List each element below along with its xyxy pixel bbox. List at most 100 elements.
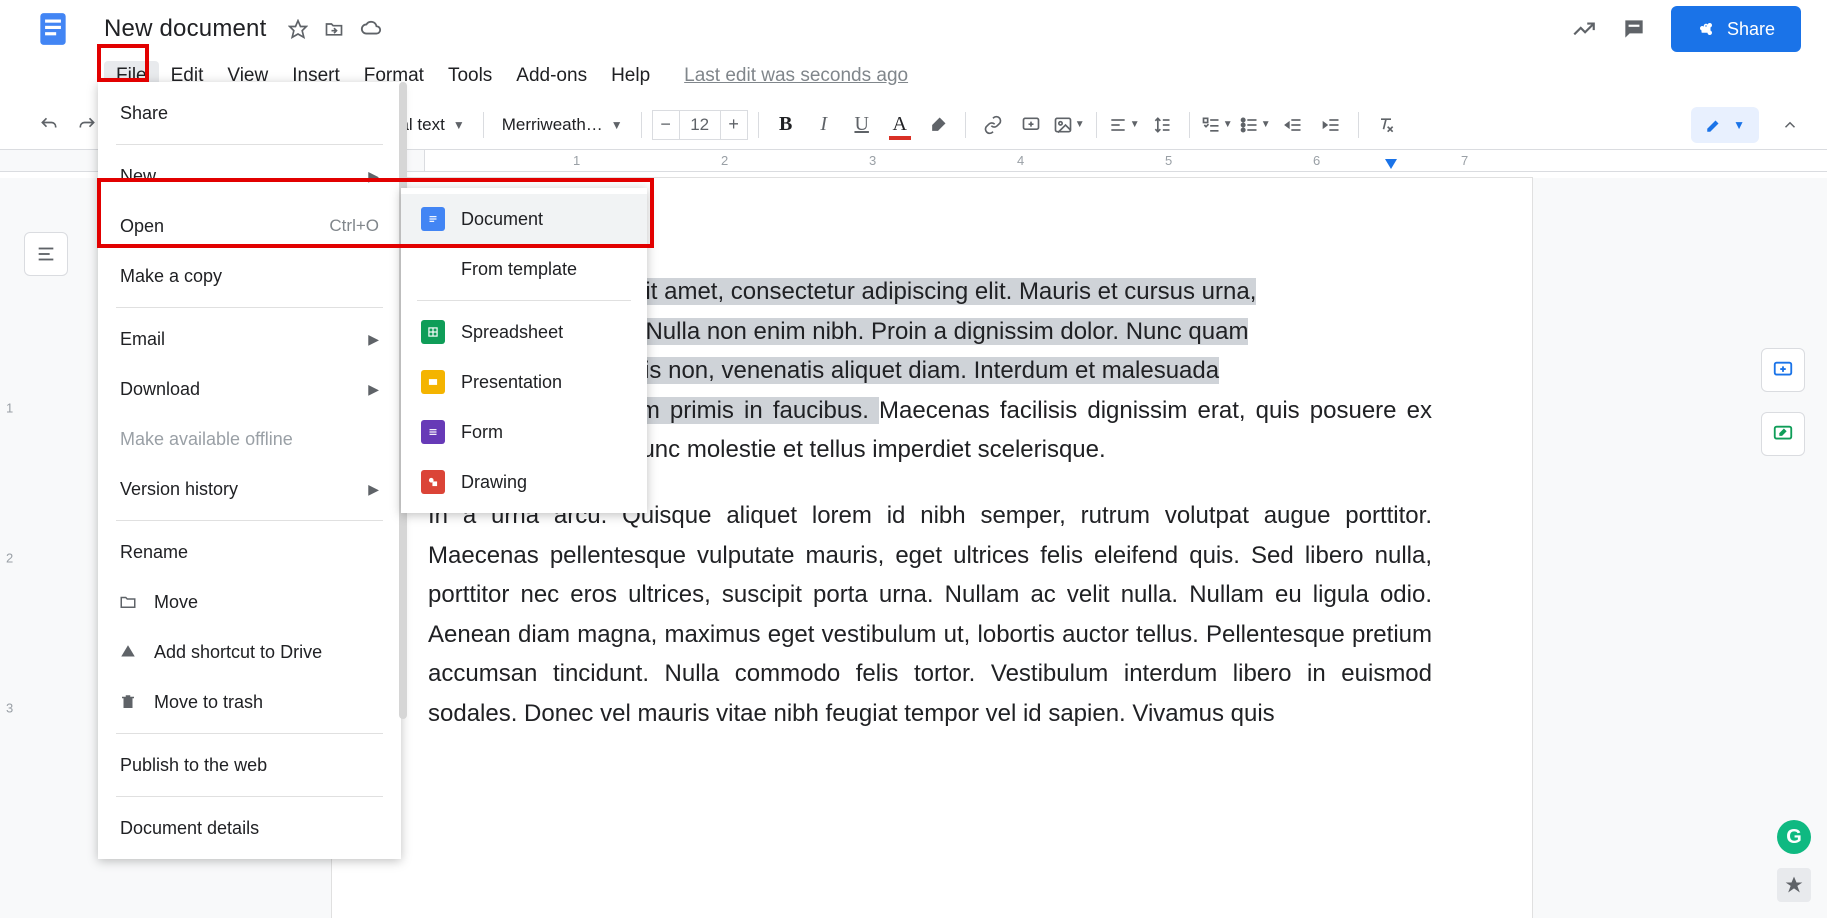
- ruler-tick: 4: [1017, 153, 1024, 168]
- menu-item-share[interactable]: Share: [98, 88, 401, 138]
- menu-item-open[interactable]: OpenCtrl+O: [98, 201, 401, 251]
- highlight-button[interactable]: [921, 108, 955, 142]
- menu-item-trash[interactable]: Move to trash: [98, 677, 401, 727]
- file-menu-dropdown: Share New▶ OpenCtrl+O Make a copy Email▶…: [98, 82, 401, 859]
- chevron-down-icon: ▼: [453, 118, 465, 132]
- menu-item-make-copy[interactable]: Make a copy: [98, 251, 401, 301]
- font-size-decrease[interactable]: −: [653, 114, 679, 135]
- font-size-increase[interactable]: +: [721, 114, 747, 135]
- line-spacing-button[interactable]: [1145, 108, 1179, 142]
- separator: [1189, 112, 1190, 138]
- star-icon[interactable]: [288, 19, 308, 39]
- font-size-input[interactable]: 12: [679, 111, 721, 139]
- menu-item-new[interactable]: New▶: [98, 151, 401, 201]
- font-family-combo[interactable]: Merriweath… ▼: [494, 115, 631, 135]
- selected-text: d felis non, venenatis aliquet diam. Int…: [599, 357, 1219, 384]
- add-comment-floating-button[interactable]: [1761, 348, 1805, 392]
- collapse-toolbar-button[interactable]: [1773, 108, 1807, 142]
- insert-image-button[interactable]: ▼: [1052, 108, 1086, 142]
- submenu-item-label: Presentation: [461, 372, 562, 393]
- selected-text: or sit amet, consectetur adipiscing elit…: [605, 278, 1256, 305]
- submenu-item-label: Form: [461, 422, 503, 443]
- editing-mode-button[interactable]: ▼: [1691, 107, 1759, 143]
- show-outline-button[interactable]: [24, 232, 68, 276]
- bold-button[interactable]: B: [769, 108, 803, 142]
- bulleted-list-button[interactable]: ▼: [1238, 108, 1272, 142]
- menu-item-label: Add shortcut to Drive: [154, 642, 379, 663]
- slides-icon: [421, 370, 445, 394]
- document-title[interactable]: New document: [104, 15, 266, 43]
- comments-icon[interactable]: [1621, 16, 1647, 42]
- title-icons: [288, 18, 382, 40]
- header-actions: Share: [1571, 6, 1801, 52]
- margin-actions: [1761, 348, 1805, 456]
- bottom-right-controls: G: [1777, 820, 1811, 902]
- menu-divider: [116, 144, 383, 145]
- ruler-tick: 7: [1461, 153, 1468, 168]
- vruler-tick: 3: [6, 701, 13, 716]
- menu-item-download[interactable]: Download▶: [98, 364, 401, 414]
- suggest-edits-floating-button[interactable]: [1761, 412, 1805, 456]
- share-button-label: Share: [1727, 19, 1775, 40]
- insert-link-button[interactable]: [976, 108, 1010, 142]
- add-comment-button[interactable]: [1014, 108, 1048, 142]
- menu-item-label: Move to trash: [154, 692, 379, 713]
- vertical-ruler[interactable]: 1 2 3: [0, 178, 24, 918]
- menu-item-email[interactable]: Email▶: [98, 314, 401, 364]
- submenu-item-label: Drawing: [461, 472, 527, 493]
- separator: [483, 112, 484, 138]
- indent-button[interactable]: [1314, 108, 1348, 142]
- submenu-item-presentation[interactable]: Presentation: [401, 357, 647, 407]
- move-icon[interactable]: [324, 19, 344, 39]
- paragraph[interactable]: In a urna arcu. Quisque aliquet lorem id…: [428, 496, 1432, 734]
- submenu-item-drawing[interactable]: Drawing: [401, 457, 647, 507]
- menu-divider: [116, 520, 383, 521]
- cloud-status-icon[interactable]: [360, 18, 382, 40]
- outdent-button[interactable]: [1276, 108, 1310, 142]
- menu-item-label: Rename: [120, 542, 379, 563]
- menu-item-label: Move: [154, 592, 379, 613]
- menu-tools[interactable]: Tools: [436, 61, 504, 91]
- separator: [641, 112, 642, 138]
- menu-help[interactable]: Help: [599, 61, 662, 91]
- submenu-item-form[interactable]: Form: [401, 407, 647, 457]
- menu-item-version-history[interactable]: Version history▶: [98, 464, 401, 514]
- menu-item-add-shortcut[interactable]: Add shortcut to Drive: [98, 627, 401, 677]
- italic-button[interactable]: I: [807, 108, 841, 142]
- underline-button[interactable]: U: [845, 108, 879, 142]
- selected-text: um primis in faucibus.: [626, 397, 879, 424]
- explore-button[interactable]: [1777, 868, 1811, 902]
- ruler-right-indent-marker[interactable]: [1385, 159, 1397, 169]
- menu-item-label: Make a copy: [120, 266, 379, 287]
- selected-text: en. Nulla non enim nibh. Proin a digniss…: [605, 318, 1248, 345]
- menu-item-label: Share: [120, 103, 379, 124]
- checklist-button[interactable]: ▼: [1200, 108, 1234, 142]
- docs-home-icon[interactable]: [30, 6, 76, 52]
- last-edit-link[interactable]: Last edit was seconds ago: [684, 65, 908, 87]
- menu-addons[interactable]: Add-ons: [504, 61, 599, 91]
- submenu-item-spreadsheet[interactable]: Spreadsheet: [401, 307, 647, 357]
- grammarly-badge-icon[interactable]: G: [1777, 820, 1811, 854]
- align-button[interactable]: ▼: [1107, 108, 1141, 142]
- submenu-item-document[interactable]: Document: [401, 194, 647, 244]
- font-family-label: Merriweath…: [502, 115, 603, 135]
- share-button[interactable]: Share: [1671, 6, 1801, 52]
- drawings-icon: [421, 470, 445, 494]
- text-color-button[interactable]: A: [883, 108, 917, 142]
- chevron-down-icon: ▼: [611, 118, 623, 132]
- forms-icon: [421, 420, 445, 444]
- menu-item-label: Make available offline: [120, 429, 379, 450]
- title-bar: New document Share: [0, 0, 1827, 58]
- menu-item-rename[interactable]: Rename: [98, 527, 401, 577]
- folder-move-icon: [116, 593, 140, 611]
- menu-item-details[interactable]: Document details: [98, 803, 401, 853]
- menu-item-move[interactable]: Move: [98, 577, 401, 627]
- clear-formatting-button[interactable]: [1369, 108, 1403, 142]
- ruler-tick: 2: [721, 153, 728, 168]
- activity-icon[interactable]: [1571, 16, 1597, 42]
- submenu-item-from-template[interactable]: From template: [401, 244, 647, 294]
- menu-item-publish[interactable]: Publish to the web: [98, 740, 401, 790]
- vruler-tick: 2: [6, 551, 13, 566]
- undo-button[interactable]: [32, 108, 66, 142]
- left-sidebar: [24, 232, 84, 276]
